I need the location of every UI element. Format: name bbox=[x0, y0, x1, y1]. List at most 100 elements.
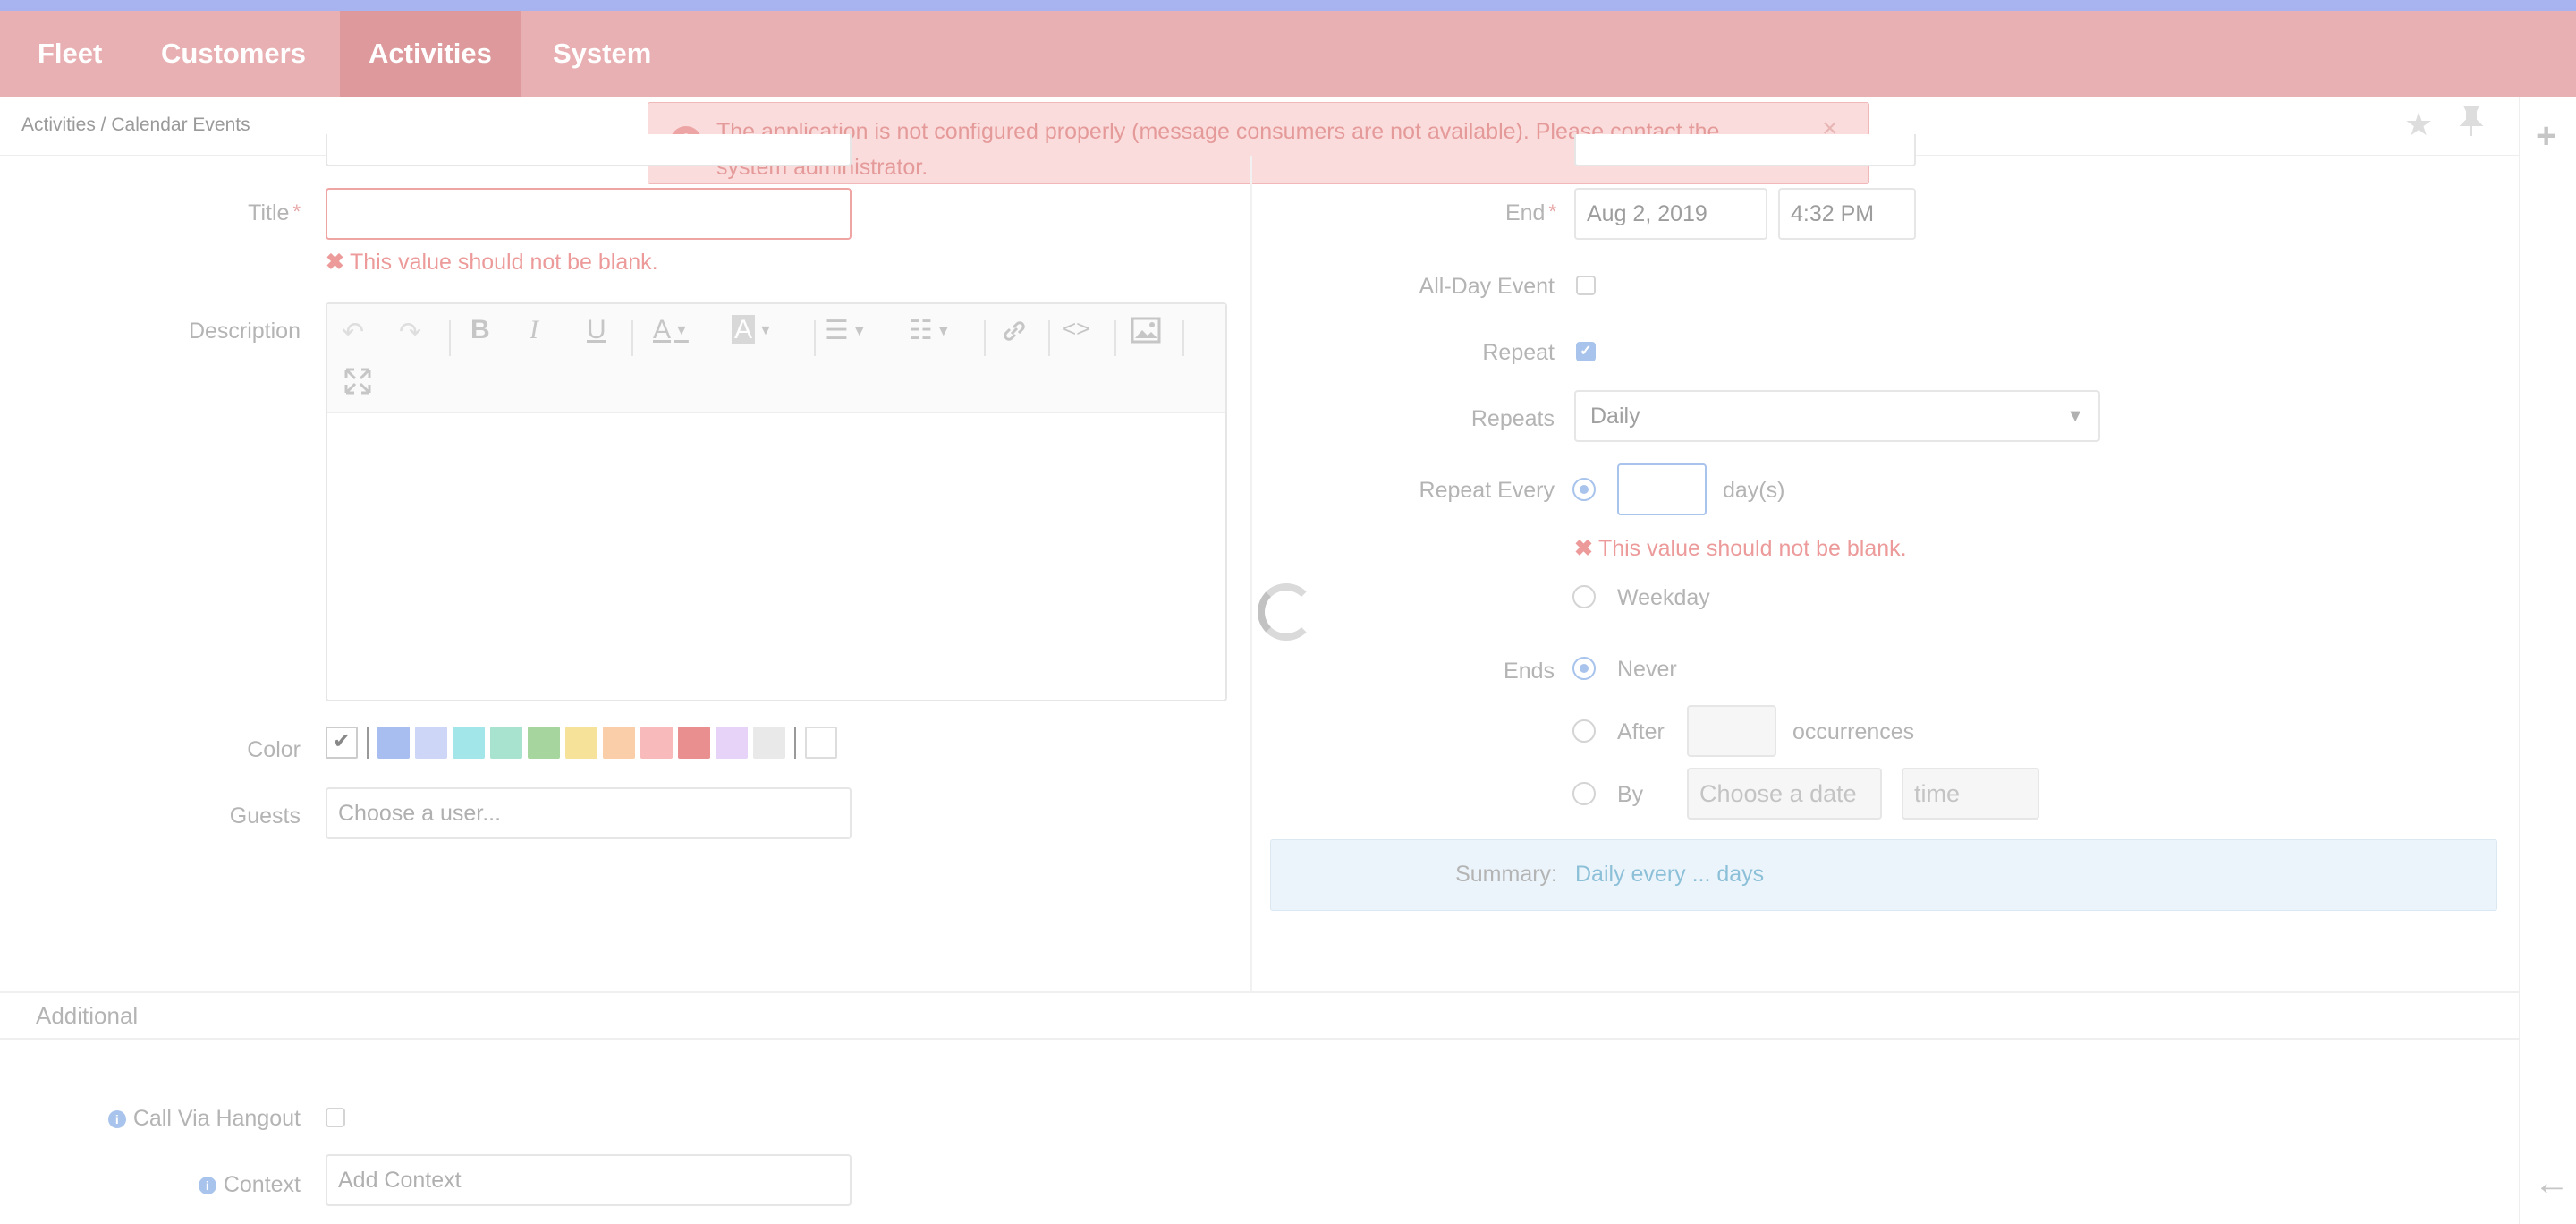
allday-checkbox[interactable] bbox=[1576, 276, 1596, 295]
repeat-every-radio[interactable] bbox=[1572, 478, 1596, 501]
hangout-checkbox[interactable] bbox=[326, 1108, 345, 1127]
repeat-label: Repeat bbox=[1482, 340, 1555, 365]
fullscreen-icon[interactable] bbox=[343, 367, 372, 403]
toolbar-separator bbox=[814, 320, 816, 356]
italic-icon[interactable]: I bbox=[530, 315, 538, 345]
back-arrow-icon[interactable]: ← bbox=[2534, 1163, 2570, 1203]
nav-item-customers[interactable]: Customers bbox=[132, 11, 335, 97]
color-swatch-selected[interactable]: ✔ bbox=[326, 727, 358, 759]
allday-label: All-Day Event bbox=[1419, 274, 1555, 299]
recurrence-summary: Summary: Daily every ... days bbox=[1270, 839, 2497, 911]
error-x-icon: ✖ bbox=[1574, 536, 1593, 561]
info-icon[interactable]: i bbox=[198, 1177, 216, 1195]
color-swatch-8[interactable] bbox=[640, 727, 673, 759]
start-field-partial[interactable] bbox=[326, 134, 852, 166]
ends-label: Ends bbox=[1504, 659, 1555, 684]
right-sidebar: + ← bbox=[2519, 97, 2576, 1224]
occurrences-label: occurrences bbox=[1792, 719, 1915, 744]
after-label: After bbox=[1617, 719, 1665, 744]
summary-label: Summary: bbox=[1455, 862, 1557, 887]
breadcrumb[interactable]: Activities / Calendar Events bbox=[21, 115, 250, 136]
never-label: Never bbox=[1617, 657, 1677, 682]
code-icon[interactable]: <> bbox=[1063, 315, 1089, 343]
guests-input[interactable]: Choose a user... bbox=[326, 787, 852, 839]
by-date-input[interactable]: Choose a date bbox=[1687, 768, 1882, 820]
toolbar-separator bbox=[631, 320, 633, 356]
image-icon[interactable] bbox=[1131, 317, 1161, 351]
color-swatch-10[interactable] bbox=[716, 727, 748, 759]
chevron-down-icon: ▼ bbox=[2066, 406, 2084, 426]
star-icon[interactable]: ★ bbox=[2404, 106, 2433, 143]
nav-item-fleet[interactable]: Fleet bbox=[9, 11, 131, 97]
days-unit-label: day(s) bbox=[1723, 478, 1785, 503]
color-swatch-2[interactable] bbox=[415, 727, 447, 759]
color-swatch-1[interactable] bbox=[377, 727, 410, 759]
end-date-input[interactable]: Aug 2, 2019 bbox=[1574, 188, 1767, 240]
description-label: Description bbox=[188, 319, 301, 344]
repeat-every-input[interactable] bbox=[1617, 463, 1707, 515]
main-navbar: Fleet Customers Activities System bbox=[0, 11, 2576, 97]
nav-item-system[interactable]: System bbox=[524, 11, 680, 97]
title-input[interactable] bbox=[326, 188, 852, 240]
color-swatch-9[interactable] bbox=[678, 727, 710, 759]
start-time-partial[interactable] bbox=[1574, 134, 1916, 166]
repeat-checkbox[interactable]: ✓ bbox=[1576, 342, 1596, 361]
ends-after-radio[interactable] bbox=[1572, 719, 1596, 743]
top-accent-stripe bbox=[0, 0, 2576, 11]
error-x-icon: ✖ bbox=[326, 250, 344, 275]
by-label: By bbox=[1617, 782, 1644, 807]
info-icon[interactable]: i bbox=[107, 1110, 126, 1129]
loading-spinner bbox=[1258, 583, 1315, 641]
ends-by-radio[interactable] bbox=[1572, 782, 1596, 805]
pin-icon[interactable] bbox=[2458, 106, 2485, 146]
background-color-icon[interactable]: A ▼ bbox=[732, 315, 773, 345]
repeats-label: Repeats bbox=[1470, 406, 1555, 431]
color-swatch-7[interactable] bbox=[603, 727, 635, 759]
color-swatch-11[interactable] bbox=[753, 727, 785, 759]
end-label: End * bbox=[1504, 200, 1556, 225]
context-input[interactable]: Add Context bbox=[326, 1154, 852, 1206]
color-swatch-3[interactable] bbox=[453, 727, 485, 759]
swatch-separator bbox=[794, 727, 796, 759]
repeat-every-error: ✖ This value should not be blank. bbox=[1574, 536, 1907, 561]
undo-icon[interactable]: ↶ bbox=[342, 317, 364, 348]
toolbar-separator bbox=[449, 320, 451, 356]
end-time-input[interactable]: 4:32 PM bbox=[1778, 188, 1916, 240]
occurrences-input[interactable] bbox=[1687, 705, 1776, 757]
additional-section-title[interactable]: Additional bbox=[36, 1002, 138, 1030]
summary-value: Daily every ... days bbox=[1575, 862, 1765, 887]
link-icon[interactable] bbox=[1000, 317, 1029, 353]
numbered-list-icon[interactable]: ☷ ▼ bbox=[909, 315, 951, 346]
swatch-separator bbox=[367, 727, 369, 759]
toolbar-separator bbox=[984, 320, 986, 356]
toolbar-separator bbox=[1182, 320, 1184, 356]
color-swatch-6[interactable] bbox=[565, 727, 597, 759]
toolbar-separator bbox=[1048, 320, 1050, 356]
bullet-list-icon[interactable]: ☰ ▼ bbox=[825, 315, 867, 346]
title-error: ✖ This value should not be blank. bbox=[326, 250, 658, 275]
text-color-icon[interactable]: A ▼ bbox=[653, 315, 689, 345]
description-editor[interactable]: ↶ ↷ B I U A ▼ A ▼ ☰ ▼ ☷ ▼ <> bbox=[326, 302, 1227, 701]
repeat-every-label: Repeat Every bbox=[1419, 478, 1555, 503]
underline-icon[interactable]: U bbox=[587, 315, 606, 345]
plus-icon[interactable]: + bbox=[2536, 116, 2556, 157]
section-divider bbox=[0, 991, 2519, 993]
color-swatch-custom[interactable] bbox=[805, 727, 837, 759]
hangout-label: i Call Via Hangout bbox=[54, 1106, 301, 1132]
section-divider bbox=[0, 1038, 2519, 1040]
repeats-select[interactable]: Daily ▼ bbox=[1574, 390, 2100, 442]
bold-icon[interactable]: B bbox=[470, 315, 490, 345]
weekday-radio[interactable] bbox=[1572, 585, 1596, 608]
by-time-input[interactable]: time bbox=[1902, 768, 2039, 820]
color-swatch-4[interactable] bbox=[490, 727, 522, 759]
color-swatch-5[interactable] bbox=[528, 727, 560, 759]
toolbar-separator bbox=[1114, 320, 1116, 356]
color-label: Color bbox=[247, 737, 301, 762]
nav-item-activities[interactable]: Activities bbox=[340, 11, 521, 97]
editor-toolbar: ↶ ↷ B I U A ▼ A ▼ ☰ ▼ ☷ ▼ <> bbox=[327, 304, 1225, 413]
context-label: i Context bbox=[54, 1172, 301, 1198]
redo-icon[interactable]: ↷ bbox=[399, 317, 421, 348]
guests-label: Guests bbox=[229, 803, 301, 829]
ends-never-radio[interactable] bbox=[1572, 657, 1596, 680]
weekday-label: Weekday bbox=[1617, 585, 1710, 610]
